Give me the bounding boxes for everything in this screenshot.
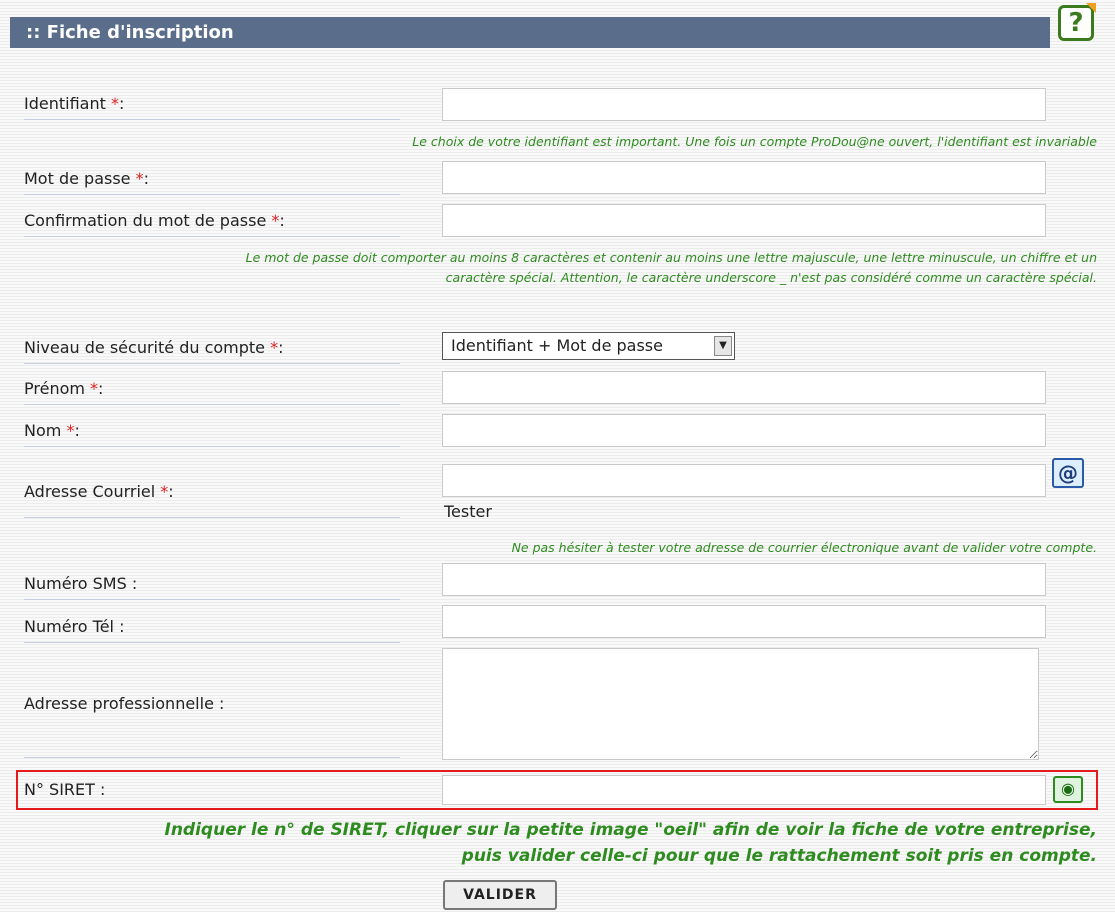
email-input[interactable] bbox=[442, 464, 1046, 497]
required-marker: * bbox=[135, 169, 144, 188]
form-header: :: Fiche d'inscription bbox=[10, 17, 1050, 48]
password-hint: Le mot de passe doit comporter au moins … bbox=[245, 250, 1097, 285]
password-label: Mot de passe *: bbox=[24, 169, 400, 195]
eye-icon[interactable]: ◉ bbox=[1053, 776, 1083, 803]
firstname-label: Prénom *: bbox=[24, 379, 400, 405]
submit-button[interactable]: VALIDER bbox=[443, 880, 557, 910]
password-input[interactable] bbox=[442, 161, 1046, 194]
sms-label: Numéro SMS : bbox=[24, 574, 400, 600]
lastname-input[interactable] bbox=[442, 414, 1046, 447]
question-icon[interactable]: ? bbox=[1058, 3, 1096, 41]
chevron-down-icon[interactable]: ▼ bbox=[714, 336, 732, 356]
sms-input[interactable] bbox=[442, 563, 1046, 596]
required-marker: * bbox=[110, 94, 119, 113]
firstname-input[interactable] bbox=[442, 371, 1046, 404]
business-address-textarea[interactable] bbox=[442, 648, 1039, 760]
identifiant-input[interactable] bbox=[442, 88, 1046, 121]
siret-input[interactable] bbox=[442, 775, 1046, 805]
siret-label: N° SIRET : bbox=[24, 780, 106, 799]
siret-hint: Indiquer le n° de SIRET, cliquer sur la … bbox=[164, 820, 1098, 866]
required-marker: * bbox=[90, 379, 99, 398]
email-test-link[interactable]: Tester bbox=[444, 502, 492, 521]
email-at-icon[interactable]: @ bbox=[1052, 458, 1084, 488]
email-hint: Ne pas hésiter à tester votre adresse de… bbox=[511, 540, 1097, 555]
security-level-select[interactable]: Identifiant + Mot de passe ▼ bbox=[442, 332, 735, 360]
identifiant-label: Identifiant *: bbox=[24, 94, 400, 120]
password-confirm-label: Confirmation du mot de passe *: bbox=[24, 211, 400, 237]
required-marker: * bbox=[270, 338, 279, 357]
form-title: :: Fiche d'inscription bbox=[26, 22, 234, 43]
security-level-value: Identifiant + Mot de passe bbox=[451, 336, 663, 355]
email-label: Adresse Courriel *: bbox=[24, 482, 400, 518]
phone-label: Numéro Tél : bbox=[24, 617, 400, 643]
security-level-label: Niveau de sécurité du compte *: bbox=[24, 338, 400, 364]
password-confirm-input[interactable] bbox=[442, 204, 1046, 237]
phone-input[interactable] bbox=[442, 605, 1046, 638]
identifiant-hint: Le choix de votre identifiant est import… bbox=[412, 134, 1097, 149]
business-address-label: Adresse professionnelle : bbox=[24, 694, 400, 758]
lastname-label: Nom *: bbox=[24, 421, 400, 447]
